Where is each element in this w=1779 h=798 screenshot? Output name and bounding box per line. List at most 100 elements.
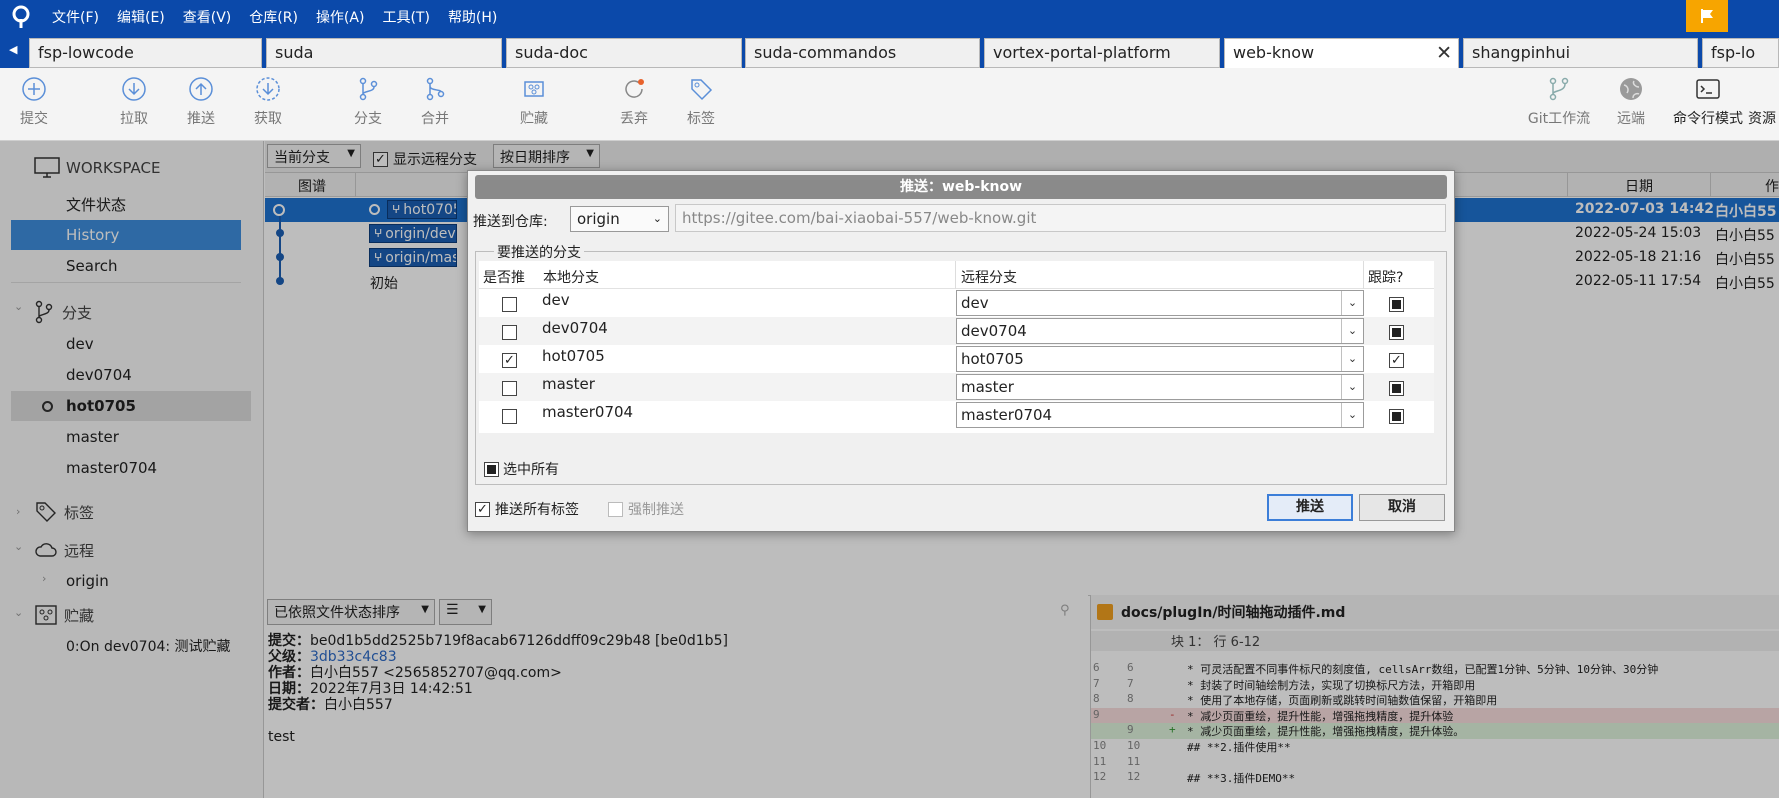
tab-label: fsp-lowcode xyxy=(38,43,134,62)
push-checkbox[interactable] xyxy=(502,325,517,340)
branches-group-label: 要推送的分支 xyxy=(494,242,584,262)
remote-branch-value: dev0704 xyxy=(961,322,1027,340)
remote-url-field[interactable]: https://gitee.com/bai-xiaobai-557/web-kn… xyxy=(675,204,1446,232)
tag-button[interactable]: 标签 xyxy=(671,76,731,128)
local-branch-label: dev xyxy=(542,291,570,309)
tab-label: web-know xyxy=(1233,43,1315,62)
remote-button[interactable]: 远端 xyxy=(1601,76,1661,128)
force-push-checkbox[interactable]: 强制推送 xyxy=(608,499,684,519)
remote-branch-combo[interactable]: dev ⌄ xyxy=(956,290,1364,316)
tab-suda[interactable]: suda xyxy=(266,38,502,68)
track-checkbox[interactable] xyxy=(1389,297,1404,312)
dialog-title: 推送：web-know xyxy=(475,175,1447,199)
pull-button[interactable]: 拉取 xyxy=(104,76,164,128)
globe-icon xyxy=(1620,78,1642,100)
remote-branch-combo[interactable]: dev0704 ⌄ xyxy=(956,318,1364,344)
tag-icon xyxy=(691,79,713,101)
branch-row-dev0704: dev0704 dev0704 ⌄ xyxy=(479,317,1434,345)
chevron-down-icon[interactable]: ⌄ xyxy=(1341,291,1363,315)
push-checkbox[interactable] xyxy=(502,297,517,312)
tab-web-know[interactable]: web-know ✕ xyxy=(1224,38,1459,69)
push-dialog: 推送：web-know 推送到仓库: origin ⌄ https://gitee… xyxy=(467,170,1455,532)
push-checkbox-checked[interactable]: ✓ xyxy=(502,353,517,368)
terminal-label: 命令行模式 xyxy=(1673,111,1743,127)
checkbox-disabled-icon xyxy=(608,501,623,517)
select-all-checkbox[interactable]: 选中所有 xyxy=(484,459,559,479)
tab-fsp-lo[interactable]: fsp-lo xyxy=(1702,38,1779,68)
track-checkbox[interactable] xyxy=(1389,325,1404,340)
branch-row-master0704: master0704 master0704 ⌄ xyxy=(479,401,1434,429)
tab-scroll-left-icon[interactable]: ◀ xyxy=(9,43,17,56)
app-logo-icon xyxy=(12,5,30,28)
remote-branch-combo[interactable]: hot0705 ⌄ xyxy=(956,346,1364,372)
push-button[interactable]: 推送 xyxy=(171,76,231,128)
force-push-label: 强制推送 xyxy=(628,502,684,518)
fetch-label: 获取 xyxy=(254,111,282,127)
remote-select-value: origin xyxy=(577,210,620,228)
menu-repository[interactable]: 仓库(R) xyxy=(249,7,298,27)
checkbox-partial-icon xyxy=(484,461,499,477)
tab-vortex-portal-platform[interactable]: vortex-portal-platform xyxy=(984,38,1220,68)
toolbar: 提交 拉取 推送 获取 分支 合并 贮藏 丢弃 标签 Git工作流 远端 命令行… xyxy=(0,68,1779,141)
branch-label: 分支 xyxy=(354,111,382,127)
menu-actions[interactable]: 操作(A) xyxy=(316,7,365,27)
menu-view[interactable]: 查看(V) xyxy=(183,7,232,27)
track-checkbox[interactable] xyxy=(1389,409,1404,424)
track-checkbox[interactable] xyxy=(1389,381,1404,396)
push-all-tags-checkbox[interactable]: ✓ 推送所有标签 xyxy=(475,499,579,519)
local-branch-label: dev0704 xyxy=(542,319,608,337)
menu-file[interactable]: 文件(F) xyxy=(52,7,99,27)
branch-row-hot0705: ✓ hot0705 hot0705 ⌄ ✓ xyxy=(479,345,1434,373)
close-icon[interactable]: ✕ xyxy=(1436,42,1452,64)
stash-label: 贮藏 xyxy=(520,111,548,127)
menu-edit[interactable]: 编辑(E) xyxy=(117,7,165,27)
branch-table: 是否推 本地分支 远程分支 跟踪? dev dev ⌄ dev0704 dev07… xyxy=(479,261,1434,433)
explorer-label: 资源 xyxy=(1748,111,1776,127)
branch-row-master: master master ⌄ xyxy=(479,373,1434,401)
tab-suda-doc[interactable]: suda-doc xyxy=(506,38,742,68)
chevron-down-icon[interactable]: ⌄ xyxy=(1341,375,1363,399)
explorer-icon xyxy=(1748,76,1779,108)
chevron-down-icon[interactable]: ⌄ xyxy=(1341,319,1363,343)
push-column-label: 是否推 xyxy=(483,270,525,286)
tab-suda-commandos[interactable]: suda-commandos xyxy=(745,38,980,68)
cancel-button[interactable]: 取消 xyxy=(1359,494,1445,521)
commit-button[interactable]: 提交 xyxy=(4,76,64,128)
remote-branch-combo[interactable]: master0704 ⌄ xyxy=(956,402,1364,428)
arrow-up-circle-icon xyxy=(189,77,213,101)
merge-button[interactable]: 合并 xyxy=(405,76,465,128)
track-column-label: 跟踪? xyxy=(1368,270,1404,286)
remote-branch-value: hot0705 xyxy=(961,350,1024,368)
remote-select[interactable]: origin ⌄ xyxy=(570,206,669,232)
plus-circle-icon xyxy=(22,77,46,101)
local-branch-label: master0704 xyxy=(542,403,634,421)
remote-branch-combo[interactable]: master ⌄ xyxy=(956,374,1364,400)
merge-icon xyxy=(426,77,445,101)
push-checkbox[interactable] xyxy=(502,409,517,424)
track-checkbox-checked[interactable]: ✓ xyxy=(1389,353,1404,368)
discard-button[interactable]: 丢弃 xyxy=(604,76,664,128)
explorer-button[interactable]: 资源 xyxy=(1748,76,1779,128)
gitflow-button[interactable]: Git工作流 xyxy=(1520,76,1598,128)
tab-label: suda-doc xyxy=(515,43,588,62)
menu-help[interactable]: 帮助(H) xyxy=(448,7,497,27)
terminal-button[interactable]: 命令行模式 xyxy=(1668,76,1748,128)
column-divider xyxy=(955,261,956,289)
branch-row-dev: dev dev ⌄ xyxy=(479,289,1434,317)
menu-tools[interactable]: 工具(T) xyxy=(382,7,429,27)
chevron-down-icon[interactable]: ⌄ xyxy=(1341,403,1363,427)
remote-branch-value: master xyxy=(961,378,1014,396)
tab-shangpinhui[interactable]: shangpinhui xyxy=(1463,38,1698,68)
fetch-button[interactable]: 获取 xyxy=(238,76,298,128)
push-confirm-button[interactable]: 推送 xyxy=(1267,494,1353,521)
chevron-down-icon[interactable]: ⌄ xyxy=(1341,347,1363,371)
commit-label: 提交 xyxy=(20,111,48,127)
branch-button[interactable]: 分支 xyxy=(338,76,398,128)
push-checkbox[interactable] xyxy=(502,381,517,396)
tab-fsp-lowcode[interactable]: fsp-lowcode xyxy=(29,38,262,68)
stash-button[interactable]: 贮藏 xyxy=(504,76,564,128)
push-to-label: 推送到仓库: xyxy=(473,214,548,230)
chevron-down-icon: ⌄ xyxy=(652,212,662,225)
flag-button[interactable] xyxy=(1686,0,1728,32)
terminal-icon xyxy=(1696,79,1720,99)
